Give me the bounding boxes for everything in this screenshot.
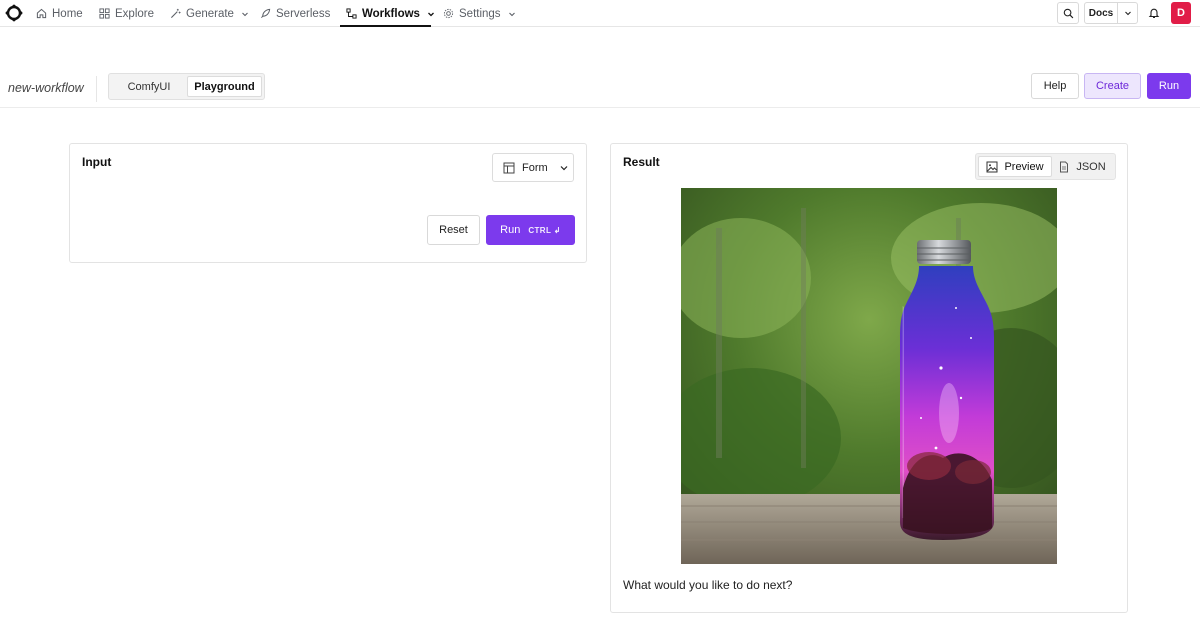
wand-icon — [170, 8, 181, 19]
mode-switcher: ComfyUI Playground — [108, 73, 265, 100]
chevron-down-icon — [560, 165, 568, 170]
input-panel: Input Form Reset Run CTRL ↲ — [69, 143, 587, 263]
chevron-down-icon — [1124, 11, 1131, 16]
bell-icon — [1148, 8, 1160, 18]
docs-button[interactable]: Docs — [1084, 2, 1118, 24]
workflow-name[interactable]: new-workflow — [8, 81, 84, 95]
nav-workflows-label: Workflows — [362, 7, 420, 20]
avatar-initial: D — [1177, 7, 1185, 19]
result-view-tabs: Preview JSON — [975, 153, 1116, 180]
docs-dropdown-button[interactable] — [1117, 2, 1138, 24]
divider — [96, 76, 97, 102]
run-with-shortcut-button[interactable]: Run CTRL ↲ — [486, 215, 575, 245]
nav-generate[interactable]: Generate — [170, 0, 249, 27]
result-panel-title: Result — [623, 155, 660, 169]
nav-serverless[interactable]: Serverless — [260, 0, 330, 27]
file-icon — [1060, 161, 1069, 172]
tab-preview-label: Preview — [1004, 160, 1044, 173]
notifications-button[interactable] — [1144, 2, 1164, 24]
nav-explore[interactable]: Explore — [99, 0, 154, 27]
result-image[interactable] — [681, 188, 1057, 564]
search-button[interactable] — [1057, 2, 1079, 24]
nav-home[interactable]: Home — [36, 0, 83, 27]
nav-workflows[interactable]: Workflows — [346, 0, 435, 27]
input-panel-title: Input — [82, 155, 112, 169]
tab-preview[interactable]: Preview — [978, 156, 1052, 177]
result-panel: Result Preview JSON What would you like … — [610, 143, 1128, 613]
top-navigation: Home Explore Generate Serverless Workflo… — [0, 0, 1200, 27]
create-button[interactable]: Create — [1084, 73, 1141, 99]
nav-explore-label: Explore — [115, 7, 154, 20]
tab-json-label: JSON — [1076, 160, 1106, 173]
nav-serverless-label: Serverless — [276, 7, 331, 20]
chevron-down-icon — [427, 12, 434, 16]
next-action-prompt: What would you like to do next? — [623, 578, 793, 592]
workflow-header: new-workflow ComfyUI Playground Help Cre… — [0, 72, 1200, 108]
logo-icon[interactable] — [5, 4, 23, 22]
docs-label: Docs — [1088, 7, 1114, 19]
gear-icon — [443, 8, 454, 19]
avatar[interactable]: D — [1171, 2, 1191, 24]
image-icon — [986, 161, 998, 172]
search-icon — [1063, 8, 1073, 18]
home-icon — [36, 8, 47, 19]
chevron-down-icon — [508, 12, 515, 16]
nav-settings-label: Settings — [459, 7, 501, 20]
mode-playground[interactable]: Playground — [186, 76, 262, 97]
galaxy-bottle-image — [681, 188, 1057, 564]
nav-settings[interactable]: Settings — [443, 0, 516, 27]
grid-icon — [99, 8, 110, 19]
keyboard-shortcut: CTRL ↲ — [528, 225, 561, 235]
chevron-down-icon — [242, 12, 248, 16]
rocket-icon — [261, 8, 271, 18]
reset-button[interactable]: Reset — [427, 215, 480, 245]
nav-generate-label: Generate — [186, 7, 234, 20]
active-tab-indicator — [340, 25, 431, 27]
run-button[interactable]: Run — [1147, 73, 1191, 99]
help-button[interactable]: Help — [1031, 73, 1079, 99]
tab-json[interactable]: JSON — [1052, 156, 1112, 177]
run-button-label: Run — [500, 224, 521, 236]
view-mode-label: Form — [522, 161, 548, 174]
view-mode-select[interactable]: Form — [492, 153, 574, 182]
layout-icon — [503, 162, 515, 173]
mode-comfyui[interactable]: ComfyUI — [111, 76, 187, 97]
nav-home-label: Home — [52, 7, 83, 20]
workflow-icon — [346, 8, 357, 19]
